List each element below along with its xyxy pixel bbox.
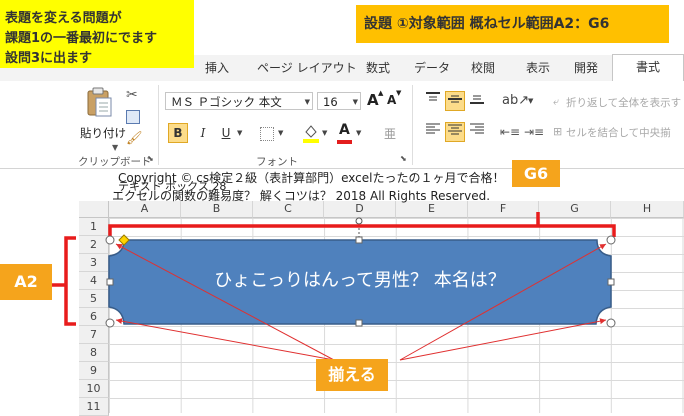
yellow-note: 表題を変える問題が 課題1の一番最初にでます 設問3に出ます — [0, 0, 194, 68]
yellow-note-line-1: 表題を変える問題が — [5, 11, 122, 26]
g6-label: G6 — [512, 160, 560, 187]
yellow-note-line-3: 設問3に出ます — [5, 51, 93, 66]
range-bracket-top — [108, 224, 616, 237]
yellow-note-line-2: 課題1の一番最初にでます — [5, 31, 158, 46]
title-note: 設題 ①対象範囲 概ねセル範囲A2：G6 — [356, 5, 669, 43]
range-bracket-left — [64, 236, 76, 326]
a2-label: A2 — [0, 264, 52, 300]
shape-text[interactable]: ひょこっりはんって男性？ 本名は？ — [124, 266, 596, 292]
align-label: 揃える — [316, 359, 388, 391]
